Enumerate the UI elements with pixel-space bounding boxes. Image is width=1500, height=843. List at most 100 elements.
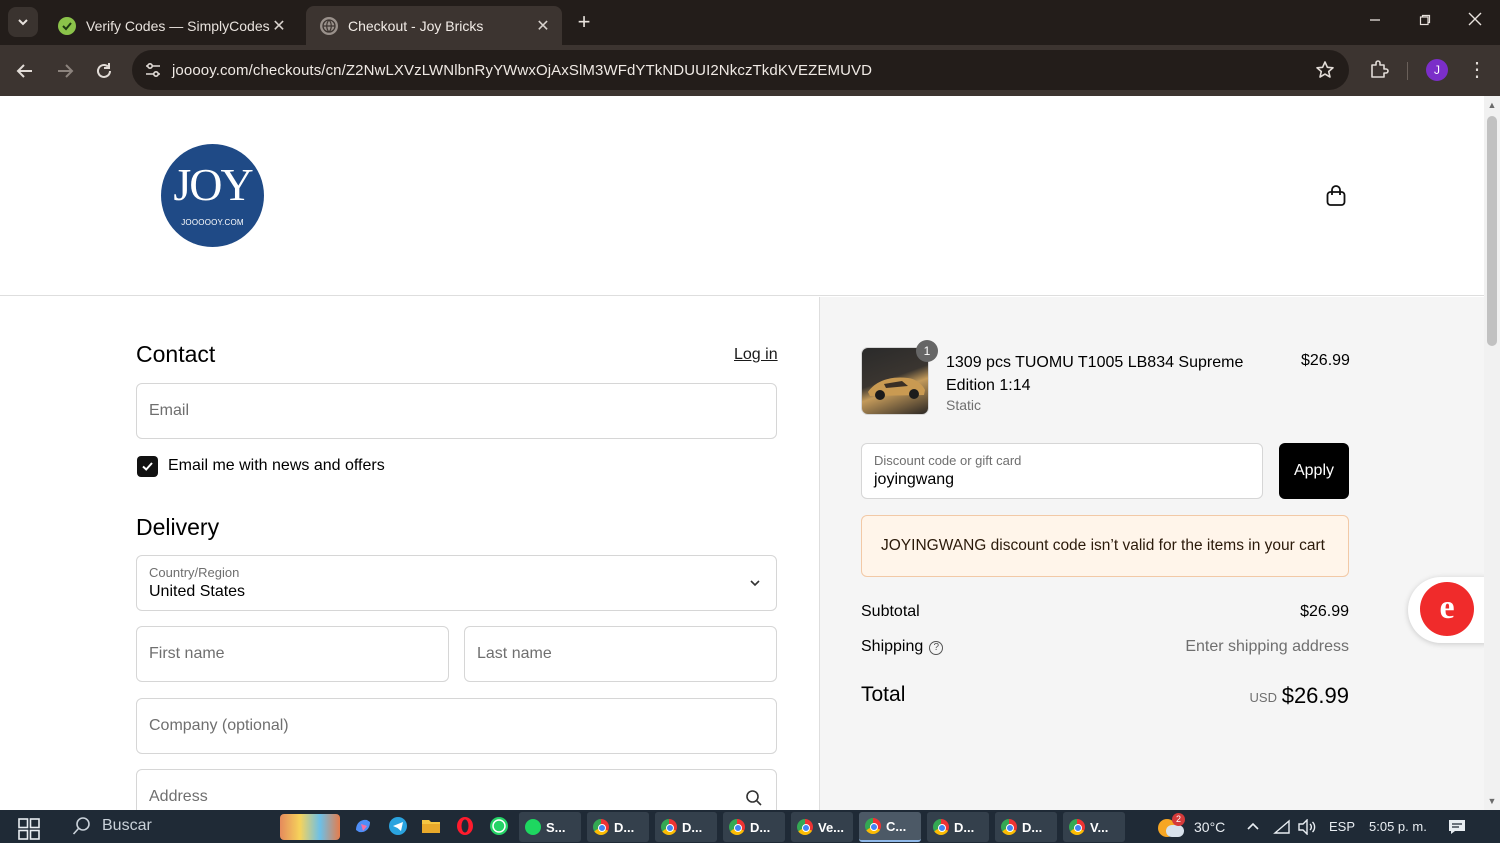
total-currency: USD	[1249, 690, 1277, 705]
toolbar-divider	[1407, 62, 1408, 80]
subtotal-label: Subtotal	[861, 603, 920, 620]
last-name-field[interactable]: Last name	[464, 626, 777, 682]
taskbar-app-spotify[interactable]: S...	[519, 812, 581, 842]
scroll-up-arrow-icon[interactable]: ▲	[1487, 100, 1497, 110]
forward-arrow-icon[interactable]	[52, 58, 78, 84]
scrollbar-thumb[interactable]	[1487, 116, 1497, 346]
apply-button[interactable]: Apply	[1279, 443, 1349, 499]
taskbar-search[interactable]: Buscar	[72, 816, 152, 836]
new-tab-plus-icon[interactable]: +	[572, 10, 596, 34]
country-select[interactable]: Country/Region United States	[136, 555, 777, 611]
whatsapp-icon[interactable]	[488, 813, 510, 839]
chrome-icon	[1069, 819, 1085, 835]
shopping-bag-icon[interactable]	[1324, 184, 1348, 208]
total-row: Total USD $26.99	[861, 683, 1349, 708]
close-tab-icon[interactable]: ✕	[534, 16, 552, 36]
discount-code-input[interactable]: Discount code or gift card joyingwang	[861, 443, 1263, 499]
newsletter-checkbox[interactable]	[137, 456, 158, 477]
tab-title: Checkout - Joy Bricks	[348, 17, 484, 34]
chrome-icon	[661, 819, 677, 835]
minimize-icon[interactable]	[1360, 10, 1390, 34]
tab-checkout-joy-bricks[interactable]: Checkout - Joy Bricks ✕	[306, 6, 562, 45]
volume-icon[interactable]	[1297, 810, 1317, 843]
browser-tab-strip: Verify Codes — SimplyCodes ✕ Checkout - …	[0, 0, 1500, 45]
address-bar[interactable]: jooooy.com/checkouts/cn/Z2NwLXVzLWNlbnRy…	[132, 50, 1349, 90]
chrome-icon	[593, 819, 609, 835]
address-field[interactable]: Address	[136, 769, 777, 810]
tray-overflow-chevron-icon[interactable]	[1246, 810, 1260, 843]
close-tab-icon[interactable]: ✕	[270, 16, 288, 36]
bookmark-star-icon[interactable]	[1315, 60, 1335, 80]
scroll-down-arrow-icon[interactable]: ▼	[1487, 796, 1497, 806]
profile-avatar[interactable]: J	[1426, 59, 1448, 81]
notifications-icon[interactable]	[1448, 810, 1466, 843]
tab-title: Verify Codes — SimplyCodes	[86, 17, 270, 34]
checkout-page: JOY JOOOOOY.COM Contact Log in Email Ema…	[0, 96, 1484, 810]
taskbar-app-chrome-4[interactable]: Ve...	[791, 812, 853, 842]
tab-verify-codes[interactable]: Verify Codes — SimplyCodes ✕	[44, 6, 298, 45]
logo-text: JOY	[173, 159, 253, 210]
taskbar-app-chrome-1[interactable]: D...	[587, 812, 649, 842]
windows-start-icon[interactable]	[18, 818, 40, 840]
discount-label: Discount code or gift card	[874, 453, 1022, 468]
delivery-heading: Delivery	[136, 514, 220, 540]
product-name: 1309 pcs TUOMU T1005 LB834 Supreme Editi…	[946, 354, 1244, 394]
extensions-puzzle-icon[interactable]	[1368, 59, 1390, 81]
reload-icon[interactable]	[91, 58, 117, 84]
taskbar-app-label: Ve...	[818, 819, 845, 835]
weather-alert-badge: 2	[1172, 812, 1185, 826]
spotify-icon	[525, 819, 541, 835]
address-placeholder: Address	[149, 788, 208, 805]
company-field[interactable]: Company (optional)	[136, 698, 777, 754]
chrome-icon	[933, 819, 949, 835]
email-field[interactable]: Email	[136, 383, 777, 439]
opera-icon[interactable]	[454, 813, 476, 839]
taskbar-app-chrome-7[interactable]: D...	[995, 812, 1057, 842]
country-label: Country/Region	[149, 565, 240, 580]
first-name-placeholder: First name	[149, 645, 225, 662]
country-value: United States	[149, 583, 246, 600]
taskbar-app-chrome-6[interactable]: D...	[927, 812, 989, 842]
taskbar-app-label: D...	[682, 819, 703, 835]
telegram-icon[interactable]	[387, 813, 409, 839]
checkout-form: Contact Log in Email Email me with news …	[0, 297, 819, 810]
login-link[interactable]: Log in	[734, 346, 778, 364]
close-window-icon[interactable]	[1460, 10, 1490, 34]
contact-heading: Contact	[136, 341, 216, 367]
page-scrollbar[interactable]: ▲ ▼	[1484, 96, 1500, 810]
joy-bricks-logo[interactable]: JOY JOOOOOY.COM	[161, 144, 264, 247]
shipping-row: Shipping? Enter shipping address	[861, 638, 1349, 656]
discount-error-banner: JOYINGWANG discount code isn’t valid for…	[861, 515, 1349, 577]
back-arrow-icon[interactable]	[12, 58, 38, 84]
taskbar-app-chrome-3[interactable]: D...	[723, 812, 785, 842]
taskbar-app-label: D...	[614, 819, 635, 835]
site-settings-icon[interactable]	[144, 61, 162, 79]
taskbar-app-label: S...	[546, 819, 566, 835]
help-question-icon[interactable]: ?	[929, 641, 944, 655]
newsletter-label[interactable]: Email me with news and offers	[168, 457, 385, 475]
subtotal-row: Subtotal $26.99	[861, 603, 1349, 621]
search-icon	[744, 788, 764, 808]
email-placeholder: Email	[149, 402, 190, 419]
screen: Verify Codes — SimplyCodes ✕ Checkout - …	[0, 0, 1500, 843]
tab-search-button[interactable]	[8, 7, 38, 37]
taskbar-app-chrome-8[interactable]: V...	[1063, 812, 1125, 842]
copilot-icon[interactable]	[352, 813, 374, 839]
total-label: Total	[861, 683, 906, 706]
search-highlight-image[interactable]	[280, 814, 340, 840]
input-language[interactable]: ESP	[1329, 810, 1355, 843]
taskbar-app-label: D...	[1022, 819, 1043, 835]
globe-icon	[320, 16, 338, 35]
taskbar-app-chrome-active[interactable]: C...	[859, 812, 921, 842]
browser-toolbar: jooooy.com/checkouts/cn/Z2NwLXVzLWNlbnRy…	[0, 45, 1500, 96]
clock[interactable]: 5:05 p. m.	[1369, 810, 1427, 843]
weather-widget[interactable]: 2 30°C	[1158, 810, 1225, 843]
more-menu-icon[interactable]: ⋮	[1467, 59, 1487, 81]
taskbar-app-chrome-2[interactable]: D...	[655, 812, 717, 842]
file-explorer-icon[interactable]	[420, 813, 442, 839]
discount-error-text: JOYINGWANG discount code isn’t valid for…	[881, 537, 1325, 554]
restore-icon[interactable]	[1410, 10, 1440, 34]
first-name-field[interactable]: First name	[136, 626, 449, 682]
simplycodes-floating-widget[interactable]: e	[1408, 577, 1488, 643]
wifi-icon[interactable]	[1273, 810, 1291, 843]
